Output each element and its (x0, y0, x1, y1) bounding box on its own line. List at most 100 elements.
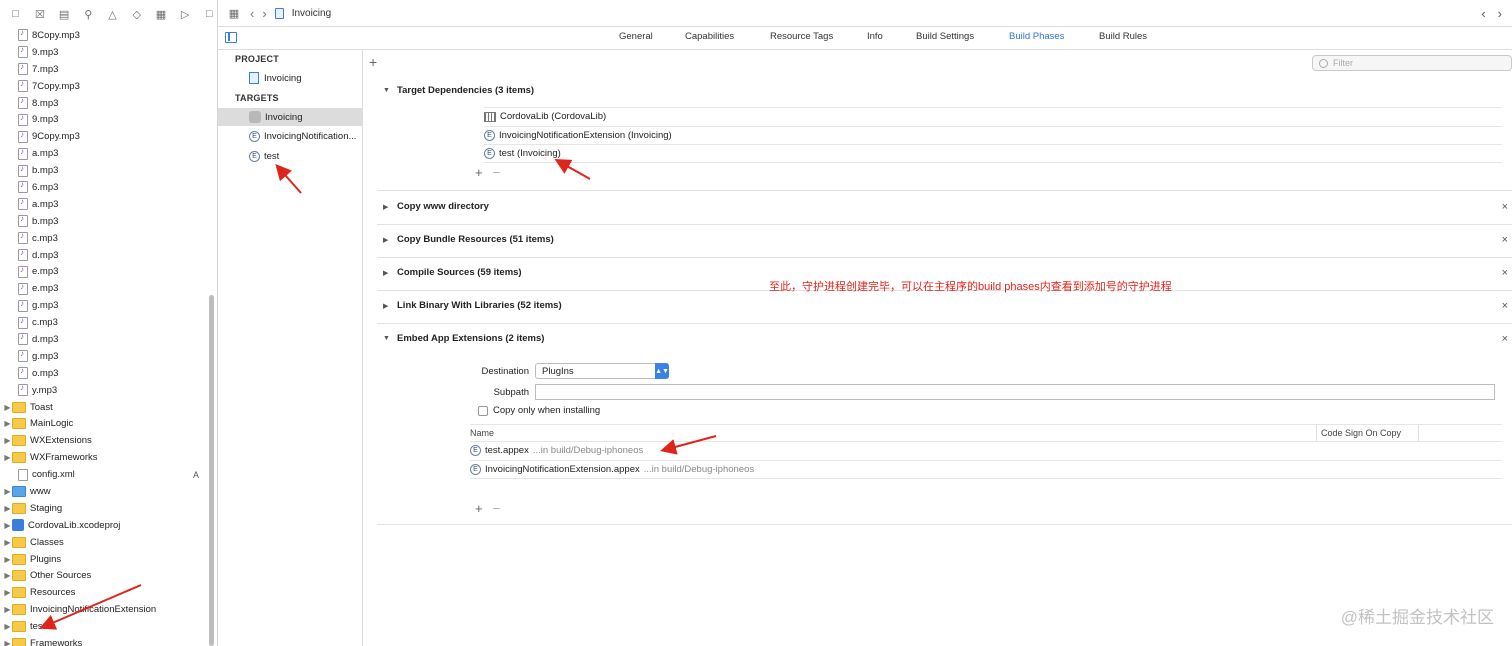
filter-field[interactable]: Filter (1312, 55, 1512, 71)
file-tree-item[interactable]: 9Copy.mp3 (0, 128, 217, 145)
phase-header[interactable]: ▼ Embed App Extensions (2 items) (383, 333, 544, 344)
forward-icon[interactable]: › (1498, 6, 1502, 21)
file-tree-item[interactable]: o.mp3 (0, 365, 217, 382)
file-tree-item[interactable]: 7Copy.mp3 (0, 78, 217, 95)
delete-phase-button[interactable]: × (1502, 333, 1508, 345)
file-tree-item[interactable]: e.mp3 (0, 280, 217, 297)
tab-resource-tags[interactable]: Resource Tags (770, 31, 833, 42)
file-tree-item[interactable]: 6.mp3 (0, 179, 217, 196)
file-tree-item[interactable]: c.mp3 (0, 314, 217, 331)
file-tree-item[interactable]: a.mp3 (0, 145, 217, 162)
disclosure-closed-icon[interactable]: ▶ (0, 453, 12, 462)
delete-phase-button[interactable]: × (1502, 234, 1508, 246)
file-tree-item[interactable]: b.mp3 (0, 162, 217, 179)
symbol-icon[interactable]: ▤ (56, 6, 71, 22)
back-icon[interactable]: ‹ (1481, 6, 1485, 21)
disclosure-closed-icon[interactable]: ▶ (0, 622, 12, 631)
delete-phase-button[interactable]: × (1502, 201, 1508, 213)
table-row[interactable]: E test.appex ...in build/Debug-iphoneos (470, 442, 1502, 461)
disclosure-closed-icon[interactable]: ▶ (0, 403, 12, 412)
file-tree-item[interactable]: ▶ Staging (0, 500, 217, 517)
forward-icon[interactable]: › (262, 6, 266, 21)
file-tree-item[interactable]: ▶ test (0, 618, 217, 635)
tab-capabilities[interactable]: Capabilities (685, 31, 734, 42)
disclosure-closed-icon[interactable]: ▶ (0, 571, 12, 580)
phase-header[interactable]: ▶ Copy Bundle Resources (51 items) (383, 234, 554, 245)
add-phase-button[interactable]: + (369, 54, 377, 70)
tab-info[interactable]: Info (867, 31, 883, 42)
tab-build-phases[interactable]: Build Phases (1009, 31, 1064, 42)
back-icon[interactable]: ‹ (250, 6, 254, 21)
project-item[interactable]: Invoicing (218, 69, 362, 87)
folder-icon[interactable]: □ (8, 6, 23, 22)
add-embed-button[interactable]: + (475, 501, 483, 516)
column-name[interactable]: Name (470, 428, 494, 438)
add-dependency-button[interactable]: + (475, 165, 483, 180)
file-tree-item[interactable]: ▶ InvoicingNotificationExtension (0, 601, 217, 618)
column-code-sign[interactable]: Code Sign On Copy (1316, 425, 1401, 441)
breakpoint-icon[interactable]: ▷ (178, 6, 193, 22)
disclosure-closed-icon[interactable]: ▶ (0, 605, 12, 614)
file-tree-item[interactable]: config.xml A (0, 466, 217, 483)
file-tree-item[interactable]: 9.mp3 (0, 44, 217, 61)
file-tree-item[interactable]: ▶ Classes (0, 534, 217, 551)
phase-header[interactable]: ▶ Link Binary With Libraries (52 items) (383, 300, 562, 311)
file-tree-item[interactable]: ▶ www (0, 483, 217, 500)
test-icon[interactable]: ◇ (129, 6, 144, 22)
file-tree-item[interactable]: 7.mp3 (0, 61, 217, 78)
breadcrumb[interactable]: Invoicing (292, 8, 331, 19)
disclosure-closed-icon[interactable]: ▶ (0, 419, 12, 428)
checkbox[interactable] (478, 405, 488, 416)
file-tree-item[interactable]: ▶ CordovaLib.xcodeproj (0, 517, 217, 534)
file-tree-item[interactable]: ▶ Resources (0, 584, 217, 601)
source-control-icon[interactable]: ☒ (32, 6, 47, 22)
file-tree-item[interactable]: c.mp3 (0, 230, 217, 247)
remove-dependency-button[interactable]: − (493, 165, 501, 180)
delete-phase-button[interactable]: × (1502, 300, 1508, 312)
file-tree-item[interactable]: 8Copy.mp3 (0, 27, 217, 44)
file-tree-item[interactable]: 9.mp3 (0, 111, 217, 128)
destination-select[interactable]: PlugIns ▲▼ (535, 363, 669, 379)
delete-phase-button[interactable]: × (1502, 267, 1508, 279)
disclosure-closed-icon[interactable]: ▶ (0, 521, 12, 530)
disclosure-closed-icon[interactable]: ▶ (0, 504, 12, 513)
file-tree-item[interactable]: e.mp3 (0, 263, 217, 280)
target-invoicing[interactable]: Invoicing (218, 108, 362, 126)
search-icon[interactable]: ⚲ (81, 6, 96, 22)
copy-only-when-installing[interactable]: Copy only when installing (478, 405, 600, 416)
list-item[interactable]: CordovaLib (CordovaLib) (484, 107, 1502, 126)
file-tree-item[interactable]: g.mp3 (0, 348, 217, 365)
target-notification-extension[interactable]: E InvoicingNotification... (218, 127, 362, 145)
file-tree-item[interactable]: ▶ Plugins (0, 551, 217, 568)
warning-icon[interactable]: △ (105, 6, 120, 22)
remove-embed-button[interactable]: − (493, 501, 501, 516)
phase-header[interactable]: ▶ Compile Sources (59 items) (383, 267, 522, 278)
file-tree-item[interactable]: ▶ Toast (0, 399, 217, 416)
file-tree-item[interactable]: d.mp3 (0, 247, 217, 264)
table-row[interactable]: E InvoicingNotificationExtension.appex .… (470, 461, 1502, 479)
report-icon[interactable]: □ (202, 6, 217, 22)
file-tree-item[interactable]: ▶ WXExtensions (0, 432, 217, 449)
phase-header[interactable]: ▶ Copy www directory (383, 201, 489, 212)
file-tree-item[interactable]: ▶ MainLogic (0, 415, 217, 432)
tab-general[interactable]: General (619, 31, 653, 42)
sidebar-toggle-icon[interactable] (225, 32, 237, 43)
file-tree-item[interactable]: ▶ Other Sources (0, 568, 217, 585)
subpath-input[interactable] (535, 384, 1495, 400)
file-tree-item[interactable]: ▶ WXFrameworks (0, 449, 217, 466)
file-tree-item[interactable]: d.mp3 (0, 331, 217, 348)
list-item[interactable]: E InvoicingNotificationExtension (Invoic… (484, 125, 1502, 145)
tab-build-settings[interactable]: Build Settings (916, 31, 974, 42)
disclosure-closed-icon[interactable]: ▶ (0, 538, 12, 547)
file-tree-item[interactable]: 8.mp3 (0, 95, 217, 112)
grid-icon[interactable]: ▦ (226, 5, 242, 21)
tab-build-rules[interactable]: Build Rules (1099, 31, 1147, 42)
file-tree-item[interactable]: a.mp3 (0, 196, 217, 213)
file-tree-item[interactable]: b.mp3 (0, 213, 217, 230)
disclosure-closed-icon[interactable]: ▶ (0, 588, 12, 597)
target-test[interactable]: E test (218, 147, 362, 165)
disclosure-closed-icon[interactable]: ▶ (0, 436, 12, 445)
file-tree-item[interactable]: ▶ Frameworks (0, 635, 217, 646)
navigator-scrollbar[interactable] (209, 295, 214, 646)
disclosure-closed-icon[interactable]: ▶ (0, 555, 12, 564)
